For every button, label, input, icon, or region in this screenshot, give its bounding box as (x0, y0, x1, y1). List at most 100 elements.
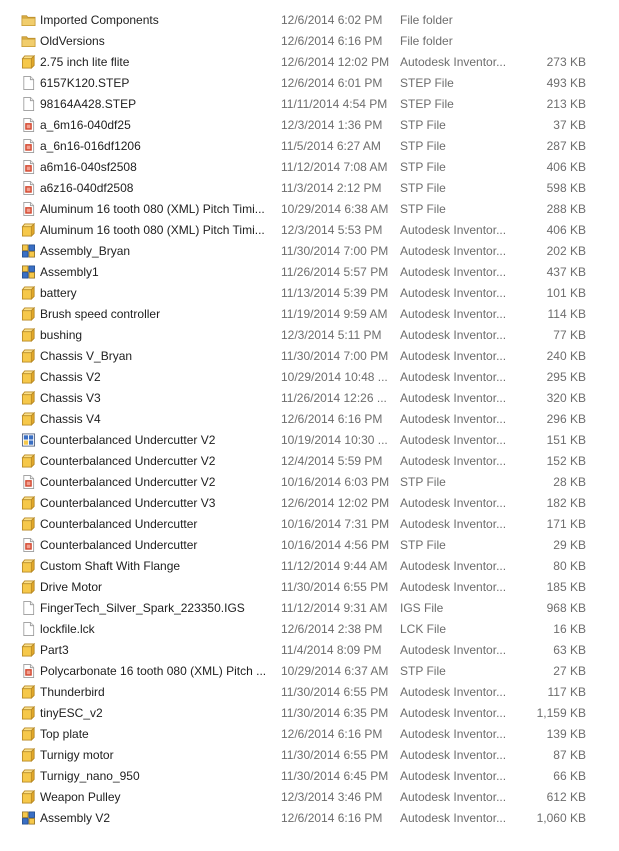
inventor-part-icon (21, 579, 36, 595)
file-row[interactable]: tinyESC_v2 11/30/2014 6:35 PM Autodesk Inv… (0, 703, 619, 724)
stp-file-icon (21, 663, 36, 679)
file-date-modified: 10/16/2014 7:31 PM (281, 517, 390, 531)
file-type: File folder (400, 13, 453, 27)
file-type: STEP File (400, 76, 454, 90)
file-type: Autodesk Inventor... (400, 454, 507, 468)
file-row[interactable]: Counterbalanced Undercutter V2 10/19/2014… (0, 430, 619, 451)
file-row[interactable]: Counterbalanced Undercutter V3 12/6/2014 … (0, 493, 619, 514)
file-row[interactable]: Imported Components 12/6/2014 6:02 PM File… (0, 10, 619, 31)
file-size: 185 KB (546, 580, 586, 594)
file-name: Custom Shaft With Flange (40, 559, 181, 573)
file-type: Autodesk Inventor... (400, 706, 507, 720)
file-row[interactable]: Polycarbonate 16 tooth 080 (XML) Pitch .… (0, 661, 619, 682)
inventor-part-icon (21, 747, 36, 763)
inventor-part-icon (21, 516, 36, 532)
file-row[interactable]: Chassis V3 11/26/2014 12:26 ... Autodesk I… (0, 388, 619, 409)
file-row[interactable]: Chassis V_Bryan 11/30/2014 7:00 PM Autodes… (0, 346, 619, 367)
file-row[interactable]: a6m16-040sf2508 11/12/2014 7:08 AM STP Fil… (0, 157, 619, 178)
file-name: Weapon Pulley (40, 790, 121, 804)
file-row[interactable]: Counterbalanced Undercutter 10/16/2014 7:… (0, 514, 619, 535)
file-row[interactable]: Weapon Pulley 12/3/2014 3:46 PM Autodesk I… (0, 787, 619, 808)
file-row[interactable]: Assembly1 11/26/2014 5:57 PM Autodesk Inve… (0, 262, 619, 283)
inventor-part-icon (21, 705, 36, 721)
file-date-modified: 10/29/2014 6:38 AM (281, 202, 389, 216)
file-date-modified: 11/3/2014 2:12 PM (281, 181, 382, 195)
file-size: 240 KB (546, 349, 586, 363)
file-date-modified: 12/6/2014 6:16 PM (281, 727, 383, 741)
file-name: Counterbalanced Undercutter V3 (40, 496, 216, 510)
file-name: a6m16-040sf2508 (40, 160, 137, 174)
file-row[interactable]: Drive Motor 11/30/2014 6:55 PM Autodesk In… (0, 577, 619, 598)
file-row[interactable]: Assembly_Bryan 11/30/2014 7:00 PM Autodesk… (0, 241, 619, 262)
file-row[interactable]: Counterbalanced Undercutter 10/16/2014 4:… (0, 535, 619, 556)
file-row[interactable]: Brush speed controller 11/19/2014 9:59 AM… (0, 304, 619, 325)
file-list: Imported Components 12/6/2014 6:02 PM File… (0, 0, 619, 851)
file-row[interactable]: a_6m16-040df25 12/3/2014 1:36 PM STP File 3… (0, 115, 619, 136)
stp-file-icon (21, 159, 36, 175)
file-size: 406 KB (546, 160, 586, 174)
file-name: Chassis V2 (40, 370, 101, 384)
file-name: battery (40, 286, 77, 300)
blank-file-icon (21, 75, 36, 91)
file-row[interactable]: Counterbalanced Undercutter V2 10/16/2014… (0, 472, 619, 493)
file-type: Autodesk Inventor... (400, 496, 507, 510)
file-type: Autodesk Inventor... (400, 307, 507, 321)
file-row[interactable]: Aluminum 16 tooth 080 (XML) Pitch Timi..… (0, 220, 619, 241)
file-row[interactable]: Custom Shaft With Flange 11/12/2014 9:44 … (0, 556, 619, 577)
folder-icon (21, 33, 36, 49)
file-type: Autodesk Inventor... (400, 580, 507, 594)
file-row[interactable]: 2.75 inch lite flite 12/6/2014 12:02 PM Au… (0, 52, 619, 73)
inventor-part-icon (21, 348, 36, 364)
file-row[interactable]: Aluminum 16 tooth 080 (XML) Pitch Timi..… (0, 199, 619, 220)
file-date-modified: 11/30/2014 6:55 PM (281, 685, 389, 699)
file-row[interactable]: FingerTech_Silver_Spark_223350.IGS 11/12/… (0, 598, 619, 619)
file-row[interactable]: battery 11/13/2014 5:39 PM Autodesk Invent… (0, 283, 619, 304)
inventor-part-icon (21, 642, 36, 658)
file-date-modified: 12/3/2014 1:36 PM (281, 118, 383, 132)
stp-file-icon (21, 138, 36, 154)
inventor-part-icon (21, 222, 36, 238)
file-row[interactable]: Part3 11/4/2014 8:09 PM Autodesk Inventor.… (0, 640, 619, 661)
file-row[interactable]: Chassis V4 12/6/2014 6:16 PM Autodesk Inve… (0, 409, 619, 430)
file-row[interactable]: 6157K120.STEP 12/6/2014 6:01 PM STEP File 4… (0, 73, 619, 94)
file-row[interactable]: Turnigy motor 11/30/2014 6:55 PM Autodesk … (0, 745, 619, 766)
file-row[interactable]: a6z16-040df2508 11/3/2014 2:12 PM STP File… (0, 178, 619, 199)
file-date-modified: 11/30/2014 6:55 PM (281, 748, 389, 762)
file-type: Autodesk Inventor... (400, 265, 507, 279)
file-date-modified: 11/4/2014 8:09 PM (281, 643, 382, 657)
file-size: 77 KB (553, 328, 586, 342)
blank-file-icon (21, 600, 36, 616)
file-date-modified: 10/16/2014 6:03 PM (281, 475, 390, 489)
file-name: tinyESC_v2 (40, 706, 103, 720)
file-row[interactable]: OldVersions 12/6/2014 6:16 PM File folder (0, 31, 619, 52)
file-date-modified: 12/6/2014 12:02 PM (281, 55, 390, 69)
file-row[interactable]: Thunderbird 11/30/2014 6:55 PM Autodesk In… (0, 682, 619, 703)
file-name: Counterbalanced Undercutter (40, 517, 198, 531)
file-type: STEP File (400, 97, 454, 111)
file-row[interactable]: Top plate 12/6/2014 6:16 PM Autodesk Inven… (0, 724, 619, 745)
file-name: Chassis V3 (40, 391, 101, 405)
file-date-modified: 12/3/2014 5:53 PM (281, 223, 383, 237)
file-size: 29 KB (553, 538, 586, 552)
file-row[interactable]: Assembly V2 12/6/2014 6:16 PM Autodesk Inv… (0, 808, 619, 829)
inventor-drawing-icon (21, 432, 36, 448)
file-date-modified: 12/6/2014 2:38 PM (281, 622, 383, 636)
file-size: 16 KB (553, 622, 586, 636)
file-size: 288 KB (546, 202, 586, 216)
file-size: 273 KB (546, 55, 586, 69)
file-size: 320 KB (546, 391, 586, 405)
file-row[interactable]: Chassis V2 10/29/2014 10:48 ... Autodesk I… (0, 367, 619, 388)
file-row[interactable]: bushing 12/3/2014 5:11 PM Autodesk Invento… (0, 325, 619, 346)
file-row[interactable]: a_6n16-016df1206 11/5/2014 6:27 AM STP Fil… (0, 136, 619, 157)
file-row[interactable]: lockfile.lck 12/6/2014 2:38 PM LCK File 16 … (0, 619, 619, 640)
file-type: Autodesk Inventor... (400, 517, 507, 531)
file-row[interactable]: Counterbalanced Undercutter V2 12/4/2014 … (0, 451, 619, 472)
file-row[interactable]: Turnigy_nano_950 11/30/2014 6:45 PM Autode… (0, 766, 619, 787)
file-type: STP File (400, 202, 446, 216)
file-row[interactable]: 98164A428.STEP 11/11/2014 4:54 PM STEP Fil… (0, 94, 619, 115)
inventor-part-icon (21, 390, 36, 406)
file-name: Assembly V2 (40, 811, 111, 825)
file-size: 202 KB (546, 244, 586, 258)
file-date-modified: 10/29/2014 6:37 AM (281, 664, 389, 678)
file-size: 37 KB (553, 118, 586, 132)
